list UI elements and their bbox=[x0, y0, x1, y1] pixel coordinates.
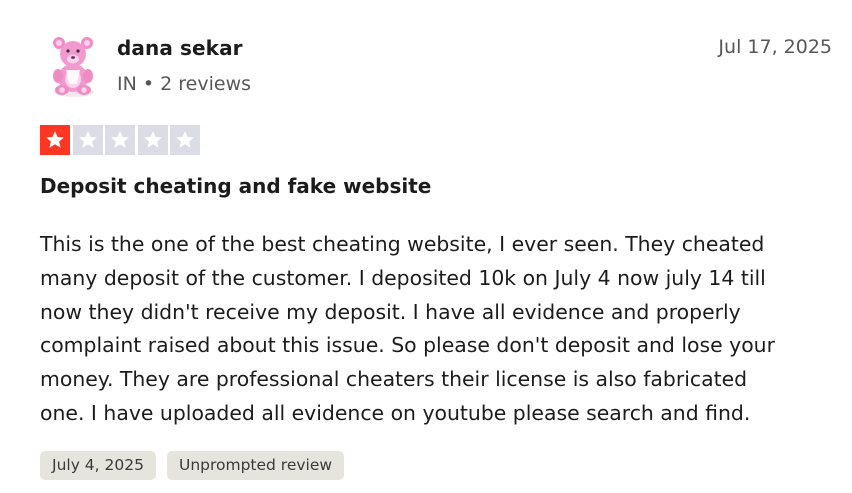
reviewer-meta: IN • 2 reviews bbox=[117, 73, 251, 95]
review-body-line: many deposit of the customer. I deposite… bbox=[40, 265, 766, 290]
review-body: This is the one of the best cheating web… bbox=[40, 228, 840, 431]
teddy-bear-icon bbox=[53, 37, 94, 97]
unprompted-review-badge[interactable]: Unprompted review bbox=[166, 451, 345, 480]
star-empty-icon bbox=[105, 125, 135, 155]
review-body-line: money. They are professional cheaters th… bbox=[40, 367, 748, 392]
star-empty-icon bbox=[137, 125, 168, 155]
reviewer-country: IN bbox=[117, 73, 137, 95]
review-body-line: one. I have uploaded all evidence on you… bbox=[40, 400, 751, 425]
review-date: Jul 17, 2025 bbox=[718, 36, 832, 58]
star-empty-icon bbox=[170, 125, 200, 155]
review-title[interactable]: Deposit cheating and fake website bbox=[40, 174, 431, 198]
reviewer-name[interactable]: dana sekar bbox=[117, 36, 243, 60]
review-card: dana sekar IN • 2 reviews Jul 17, 2025 D… bbox=[0, 0, 852, 493]
experience-date-badge: July 4, 2025 bbox=[40, 451, 156, 480]
review-tags: July 4, 2025 Unprompted review bbox=[40, 451, 345, 480]
avatar[interactable] bbox=[46, 34, 102, 100]
reviewer-review-count: 2 reviews bbox=[160, 73, 252, 95]
meta-separator: • bbox=[142, 73, 155, 95]
star-rating bbox=[40, 125, 200, 155]
review-body-line: now they didn't receive my deposit. I ha… bbox=[40, 299, 741, 324]
star-empty-icon bbox=[72, 125, 103, 155]
star-filled-icon bbox=[40, 125, 70, 155]
review-body-line: complaint raised about this issue. So pl… bbox=[40, 333, 775, 358]
review-body-line: This is the one of the best cheating web… bbox=[40, 232, 765, 256]
